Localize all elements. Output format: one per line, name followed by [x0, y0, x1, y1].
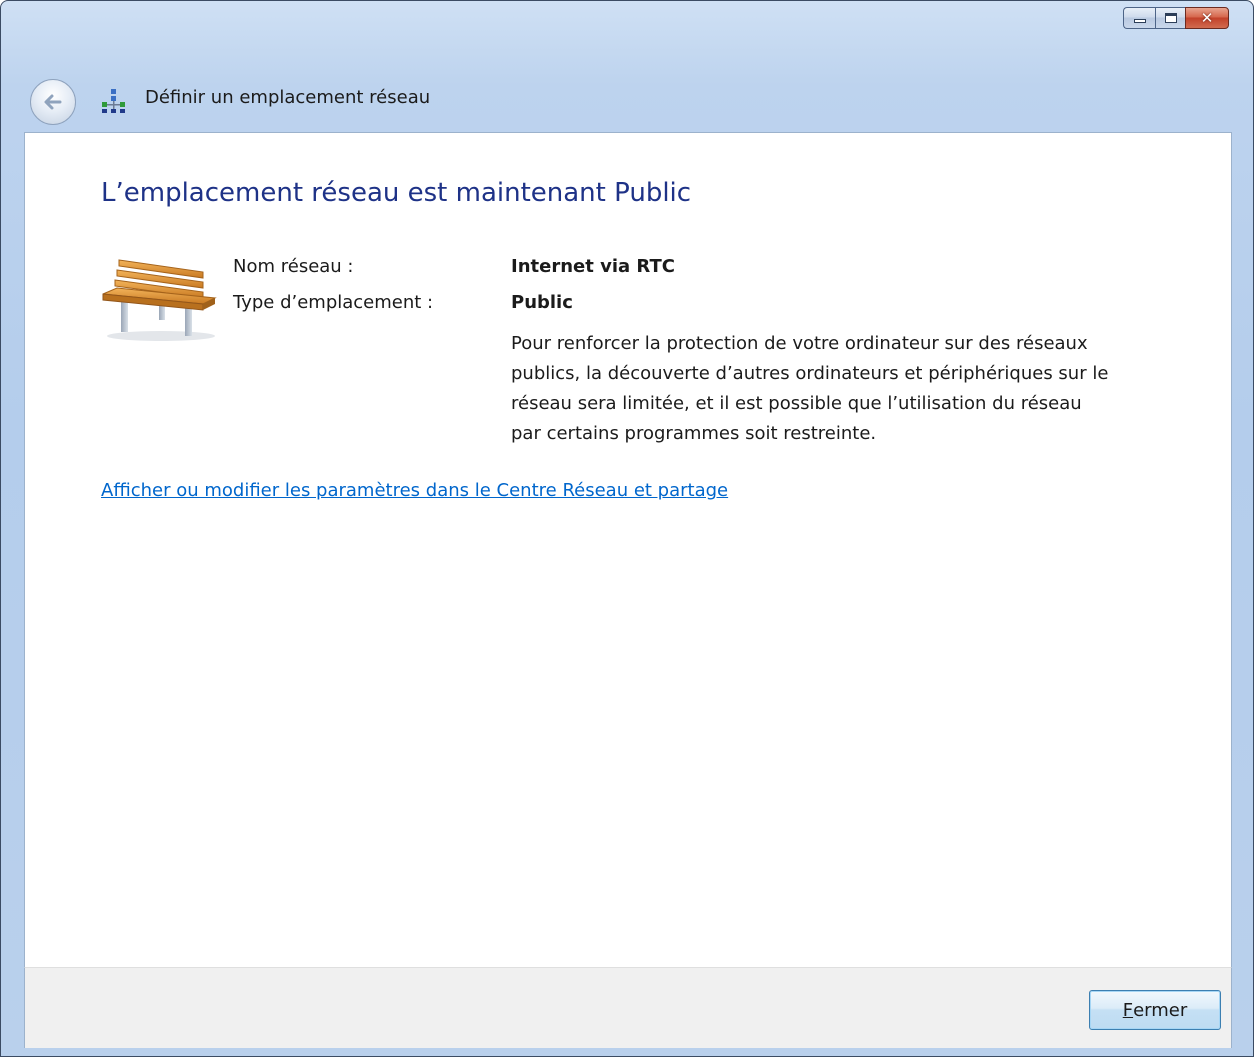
close-button-label: ermer	[1133, 999, 1188, 1021]
window: ✕ Définir un emplacement réseau L’emplac…	[0, 0, 1254, 1057]
description-text: Pour renforcer la protection de votre or…	[511, 333, 1109, 444]
close-window-button[interactable]: ✕	[1185, 7, 1229, 29]
back-button[interactable]	[30, 79, 76, 125]
minimize-button[interactable]	[1123, 7, 1155, 29]
location-type-value: Public	[511, 292, 573, 313]
network-icon	[102, 89, 125, 113]
network-center-link[interactable]: Afficher ou modifier les paramètres dans…	[101, 480, 728, 501]
maximize-icon	[1164, 13, 1177, 23]
network-name-value: Internet via RTC	[511, 256, 675, 277]
close-icon: ✕	[1200, 8, 1214, 27]
close-button[interactable]: Fermer	[1089, 990, 1221, 1030]
window-title: Définir un emplacement réseau	[145, 87, 431, 108]
park-bench-icon	[102, 259, 217, 341]
content-panel: L’emplacement réseau est maintenant Publ…	[24, 132, 1232, 967]
close-button-mnemonic: F	[1122, 999, 1134, 1021]
caption-buttons: ✕	[1123, 7, 1229, 29]
minimize-icon	[1133, 19, 1146, 23]
maximize-button[interactable]	[1155, 7, 1185, 29]
footer-bar: Fermer	[24, 967, 1232, 1048]
network-name-label: Nom réseau :	[233, 256, 354, 277]
back-arrow-icon	[44, 94, 62, 110]
location-type-label: Type d’emplacement :	[233, 292, 434, 313]
page-title: L’emplacement réseau est maintenant Publ…	[101, 178, 692, 208]
